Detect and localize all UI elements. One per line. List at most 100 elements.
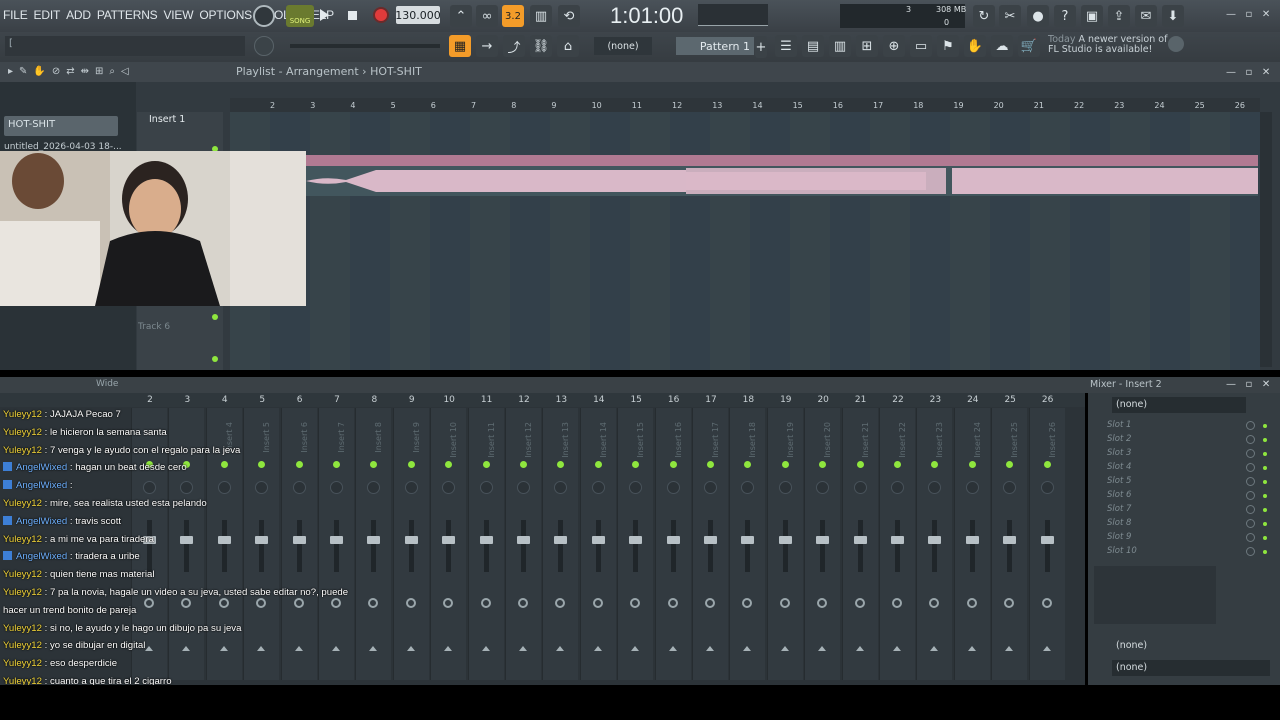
strip-fader-cap[interactable] <box>778 536 792 544</box>
step-edit-icon[interactable]: ▥ <box>530 5 552 27</box>
mixer-strip[interactable]: 15 Insert 15 <box>617 395 654 680</box>
link-icon[interactable]: ⛓ <box>530 35 552 57</box>
strip-volume-fader[interactable] <box>932 520 938 572</box>
strip-route-icon[interactable] <box>742 598 753 608</box>
strip-send-arrow-icon[interactable] <box>593 646 602 651</box>
effect-slot-label[interactable]: Slot 7 <box>1107 504 1131 514</box>
strip-send-arrow-icon[interactable] <box>706 646 714 651</box>
mixer-strip[interactable]: 13 Insert 13 <box>542 395 579 680</box>
strip-volume-fader[interactable] <box>708 520 713 572</box>
strip-volume-fader[interactable] <box>1044 520 1050 572</box>
strip-pan-knob[interactable] <box>1003 481 1017 494</box>
insert-bottom-select-1[interactable]: (none) <box>1112 638 1270 654</box>
effect-slot-label[interactable]: Slot 10 <box>1107 546 1137 556</box>
strip-send-arrow-icon[interactable] <box>668 646 677 651</box>
strip-send-arrow-icon[interactable] <box>930 646 939 651</box>
strip-fader-cap[interactable] <box>853 536 867 544</box>
microphone-icon[interactable]: ● <box>1027 5 1049 27</box>
strip-fader-cap[interactable] <box>479 536 493 544</box>
tools-icon[interactable]: ✂ <box>999 5 1021 27</box>
snap-select[interactable]: (none) <box>594 37 652 55</box>
strip-route-icon[interactable] <box>1004 598 1015 608</box>
menu-options[interactable]: OPTIONS <box>199 8 252 22</box>
insert-bottom-select-2[interactable]: (none) <box>1112 660 1270 676</box>
strip-volume-fader[interactable] <box>857 520 863 572</box>
effect-slot-led[interactable] <box>1263 494 1267 498</box>
strip-route-icon[interactable] <box>480 598 491 608</box>
strip-route-icon[interactable] <box>892 598 902 608</box>
step-sequencer-icon[interactable]: ▤ <box>802 35 824 57</box>
strip-route-icon[interactable] <box>630 598 641 608</box>
strip-pan-knob[interactable] <box>928 481 942 494</box>
strip-route-icon[interactable] <box>854 598 865 608</box>
strip-send-arrow-icon[interactable] <box>967 646 976 651</box>
effect-slot-label[interactable]: Slot 8 <box>1107 518 1131 528</box>
effect-slot-mix-knob[interactable] <box>1246 421 1255 430</box>
play-icon[interactable] <box>320 9 329 21</box>
strip-fader-cap[interactable] <box>816 536 830 544</box>
strip-fader-cap[interactable] <box>666 536 680 544</box>
effect-slot-led[interactable] <box>1263 508 1267 512</box>
strip-send-arrow-icon[interactable] <box>893 646 901 651</box>
strip-pan-knob[interactable] <box>666 481 680 494</box>
strip-volume-fader[interactable] <box>820 520 826 572</box>
strip-volume-fader[interactable] <box>558 520 564 572</box>
effect-slot-mix-knob[interactable] <box>1246 449 1255 458</box>
shop-icon[interactable]: 🛒 <box>1018 35 1040 57</box>
refresh-icon[interactable]: ↻ <box>973 5 995 27</box>
wait-input-icon[interactable]: ∞ <box>476 5 498 27</box>
mixer-strip[interactable]: 26 Insert 26 <box>1028 395 1065 680</box>
effect-slot-mix-knob[interactable] <box>1246 463 1255 472</box>
mixer-strip[interactable]: 25 Insert 25 <box>991 395 1028 680</box>
strip-fader-cap[interactable] <box>1003 536 1017 544</box>
menu-file[interactable]: FILE <box>3 8 28 22</box>
mixer-strip[interactable]: 14 Insert 14 <box>579 395 616 680</box>
strip-fader-cap[interactable] <box>741 536 755 544</box>
effect-slot-mix-knob[interactable] <box>1246 547 1255 556</box>
strip-fader-cap[interactable] <box>591 536 605 544</box>
window-controls[interactable]: — ▫ ✕ <box>1226 9 1270 20</box>
plugin-icon[interactable]: ⚑ <box>937 35 959 57</box>
track-6-label[interactable]: Track 6 <box>138 322 170 332</box>
strip-send-arrow-icon[interactable] <box>743 646 752 651</box>
strip-mute-led[interactable] <box>1043 461 1051 468</box>
insert-top-select[interactable]: (none) <box>1112 397 1246 413</box>
mixer-icon[interactable]: ⊞ <box>856 35 878 57</box>
track-6-led[interactable] <box>212 314 218 320</box>
strip-send-arrow-icon[interactable] <box>1005 646 1014 651</box>
playlist-icon[interactable]: ☰ <box>775 35 797 57</box>
strip-volume-fader[interactable] <box>483 520 489 572</box>
strip-route-icon[interactable] <box>405 598 416 608</box>
record-icon[interactable] <box>373 7 389 23</box>
strip-route-icon[interactable] <box>1041 598 1052 608</box>
strip-send-arrow-icon[interactable] <box>1042 646 1051 651</box>
strip-route-icon[interactable] <box>443 598 454 608</box>
strip-pan-knob[interactable] <box>853 481 867 494</box>
strip-fader-cap[interactable] <box>517 536 530 544</box>
strip-pan-knob[interactable] <box>965 481 979 494</box>
help-icon[interactable]: ? <box>1054 5 1076 27</box>
effect-slot-led[interactable] <box>1263 424 1267 428</box>
master-knob[interactable] <box>253 5 275 27</box>
strip-fader-cap[interactable] <box>629 536 643 544</box>
chat-icon[interactable]: ✉ <box>1135 5 1157 27</box>
strip-send-arrow-icon[interactable] <box>519 646 527 651</box>
strip-fader-cap[interactable] <box>1040 536 1054 544</box>
strip-pan-knob[interactable] <box>404 481 418 494</box>
strip-send-arrow-icon[interactable] <box>556 646 565 651</box>
strip-fader-cap[interactable] <box>704 536 717 544</box>
strip-mute-led[interactable] <box>445 461 453 468</box>
strip-mute-led[interactable] <box>632 461 640 468</box>
browser-icon[interactable]: ▥ <box>829 35 851 57</box>
effect-slot-label[interactable]: Slot 9 <box>1107 532 1131 542</box>
strip-fader-cap[interactable] <box>442 536 456 544</box>
strip-fader-cap[interactable] <box>404 536 418 544</box>
tempo-display[interactable]: 130.000 <box>395 6 441 24</box>
playlist-grid[interactable] <box>230 112 1260 370</box>
effect-slot-label[interactable]: Slot 1 <box>1107 420 1131 430</box>
strip-route-icon[interactable] <box>817 598 828 608</box>
playlist-scrollbar[interactable] <box>1260 112 1272 367</box>
mixer-strip[interactable]: 17 Insert 17 <box>692 395 728 680</box>
strip-pan-knob[interactable] <box>1040 481 1054 494</box>
strip-volume-fader[interactable] <box>782 520 788 572</box>
